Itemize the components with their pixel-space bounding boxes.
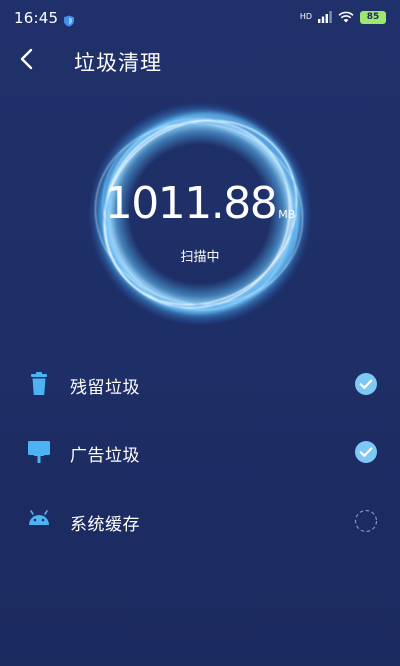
billboard-icon <box>26 440 52 464</box>
list-item-system-cache[interactable]: 系统缓存 <box>0 491 400 547</box>
list-item-label: 系统缓存 <box>70 515 140 535</box>
loading-spinner-icon <box>354 509 378 533</box>
scan-progress-ring: 1011.88 MB 扫描中 <box>80 96 320 336</box>
chevron-left-icon <box>19 48 35 74</box>
junk-size-value: 1011.88 <box>104 178 278 229</box>
list-item-label: 残留垃圾 <box>70 378 140 398</box>
app-header: 垃圾清理 <box>0 36 400 86</box>
list-item-label: 广告垃圾 <box>70 446 140 466</box>
wifi-icon <box>338 8 354 27</box>
android-icon <box>26 509 52 533</box>
battery-indicator: 85 <box>360 10 386 24</box>
status-bar: 16:45 HD 85 <box>0 0 400 34</box>
list-item-residual-junk[interactable]: 残留垃圾 <box>0 354 400 410</box>
page-title: 垃圾清理 <box>74 51 162 75</box>
trash-icon <box>26 372 52 396</box>
check-circle-icon <box>354 440 378 464</box>
junk-size-unit: MB <box>278 208 296 221</box>
signal-icon <box>318 8 332 27</box>
network-label: HD <box>299 12 312 21</box>
check-circle-icon <box>354 372 378 396</box>
scan-status-text: 扫描中 <box>180 250 220 265</box>
junk-size-readout: 1011.88 MB <box>80 178 320 229</box>
list-item-ad-junk[interactable]: 广告垃圾 <box>0 422 400 478</box>
status-indicators: HD 85 <box>300 9 386 25</box>
shield-icon <box>63 12 75 27</box>
junk-cleaner-screen: 16:45 HD 85 垃圾清理 1011.88 MB 扫描中 残留垃圾 广告垃… <box>0 0 400 666</box>
back-button[interactable] <box>10 44 44 78</box>
status-time: 16:45 <box>14 9 59 27</box>
